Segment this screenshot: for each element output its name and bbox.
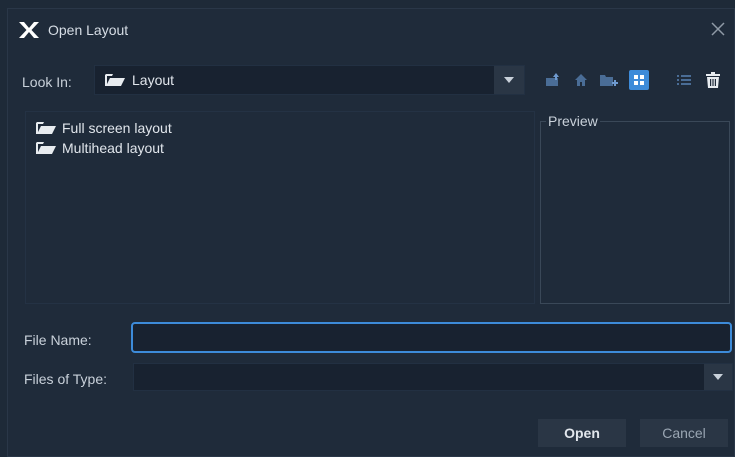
file-name-label: File Name:	[24, 332, 92, 348]
file-name-input[interactable]	[131, 322, 732, 353]
chevron-down-icon[interactable]	[704, 364, 732, 390]
app-logo	[19, 22, 39, 38]
trash-icon[interactable]	[703, 70, 723, 90]
preview-panel	[540, 121, 730, 304]
file-type-label: Files of Type:	[24, 371, 108, 387]
details-view-icon[interactable]	[674, 70, 694, 90]
folder-icon	[36, 142, 56, 154]
list-item-label: Full screen layout	[62, 120, 172, 136]
open-button[interactable]: Open	[538, 419, 626, 447]
home-icon[interactable]	[571, 70, 591, 90]
folder-icon	[105, 74, 125, 86]
list-item[interactable]: Full screen layout	[36, 119, 172, 137]
new-folder-icon[interactable]	[599, 70, 619, 90]
folder-up-icon[interactable]	[543, 70, 563, 90]
dialog-title: Open Layout	[48, 22, 129, 38]
close-icon[interactable]	[708, 19, 728, 39]
preview-label: Preview	[546, 113, 600, 129]
cancel-button[interactable]: Cancel	[640, 419, 728, 447]
look-in-label: Look In:	[22, 74, 72, 90]
look-in-select[interactable]: Layout	[94, 65, 525, 95]
grid-view-icon[interactable]	[629, 70, 649, 90]
list-item[interactable]: Multihead layout	[36, 139, 164, 157]
file-type-select[interactable]	[133, 363, 733, 391]
chevron-down-icon[interactable]	[494, 66, 524, 94]
file-list[interactable]: Full screen layout Multihead layout	[25, 111, 535, 304]
list-item-label: Multihead layout	[62, 140, 164, 156]
folder-icon	[36, 122, 56, 134]
look-in-value: Layout	[132, 72, 175, 88]
title-bar: Open Layout	[8, 9, 734, 49]
open-layout-dialog: Open Layout Look In: Layout Full screen …	[7, 8, 735, 457]
